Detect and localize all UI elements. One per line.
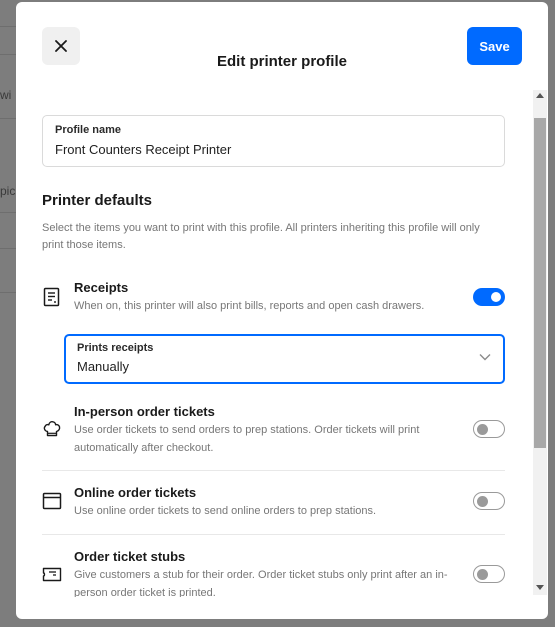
in-person-order-tickets-row: In-person order tickets Use order ticket… (42, 402, 505, 460)
order-ticket-stubs-description: Give customers a stub for their order. O… (74, 569, 448, 597)
online-order-tickets-row: Online order tickets Use online order ti… (42, 483, 505, 523)
order-ticket-stubs-toggle[interactable] (473, 565, 505, 583)
close-icon (55, 40, 67, 52)
receipts-title: Receipts (74, 280, 129, 295)
toggle-knob (477, 495, 488, 507)
online-order-tickets-description: Use online order tickets to send online … (74, 505, 377, 517)
browser-window-icon (42, 492, 62, 510)
receipts-row: Receipts When on, this printer will also… (42, 278, 505, 318)
modal-scroll-area[interactable]: Profile name Front Counters Receipt Prin… (16, 92, 548, 597)
profile-name-label: Profile name (55, 124, 122, 136)
background-divider (0, 54, 16, 55)
printer-defaults-description: Select the items you want to print with … (42, 222, 480, 251)
edit-printer-profile-modal: Edit printer profile Save Profile name F… (16, 2, 548, 619)
background-divider (0, 212, 16, 213)
scroll-up-arrow-icon[interactable] (536, 93, 544, 98)
receipts-description: When on, this printer will also print bi… (74, 300, 425, 312)
background-divider (0, 248, 16, 249)
prints-receipts-value: Manually (77, 359, 130, 374)
background-divider (0, 26, 16, 27)
in-person-order-tickets-title: In-person order tickets (74, 404, 215, 419)
modal-scrollbar[interactable] (533, 90, 547, 595)
chef-hat-icon (43, 421, 61, 437)
background-divider (0, 292, 16, 293)
row-divider (42, 534, 505, 535)
row-divider (42, 470, 505, 471)
profile-name-field[interactable]: Profile name Front Counters Receipt Prin… (42, 115, 505, 167)
online-order-tickets-toggle[interactable] (473, 492, 505, 510)
background-divider (0, 118, 16, 119)
receipt-icon (43, 287, 60, 307)
toggle-knob (491, 292, 501, 302)
save-button[interactable]: Save (467, 27, 522, 65)
background-text-fragment: wi (0, 88, 12, 102)
online-order-tickets-title: Online order tickets (74, 485, 197, 500)
profile-name-input[interactable]: Front Counters Receipt Printer (55, 142, 492, 157)
scrollbar-thumb[interactable] (534, 118, 546, 448)
in-person-order-tickets-description: Use order tickets to send orders to prep… (74, 424, 420, 454)
prints-receipts-select[interactable]: Prints receipts Manually (64, 334, 505, 384)
background-text-fragment: pic (0, 184, 16, 198)
order-ticket-stubs-title: Order ticket stubs (74, 549, 186, 564)
in-person-order-tickets-toggle[interactable] (473, 420, 505, 438)
chevron-down-icon (479, 354, 491, 361)
printer-defaults-heading: Printer defaults (42, 192, 153, 209)
ticket-stub-icon (42, 567, 62, 582)
toggle-knob (477, 423, 488, 435)
receipts-toggle[interactable] (473, 288, 505, 306)
toggle-knob (477, 568, 488, 580)
prints-receipts-label: Prints receipts (77, 342, 154, 354)
scroll-down-arrow-icon[interactable] (536, 585, 544, 590)
order-ticket-stubs-row: Order ticket stubs Give customers a stub… (42, 547, 505, 597)
